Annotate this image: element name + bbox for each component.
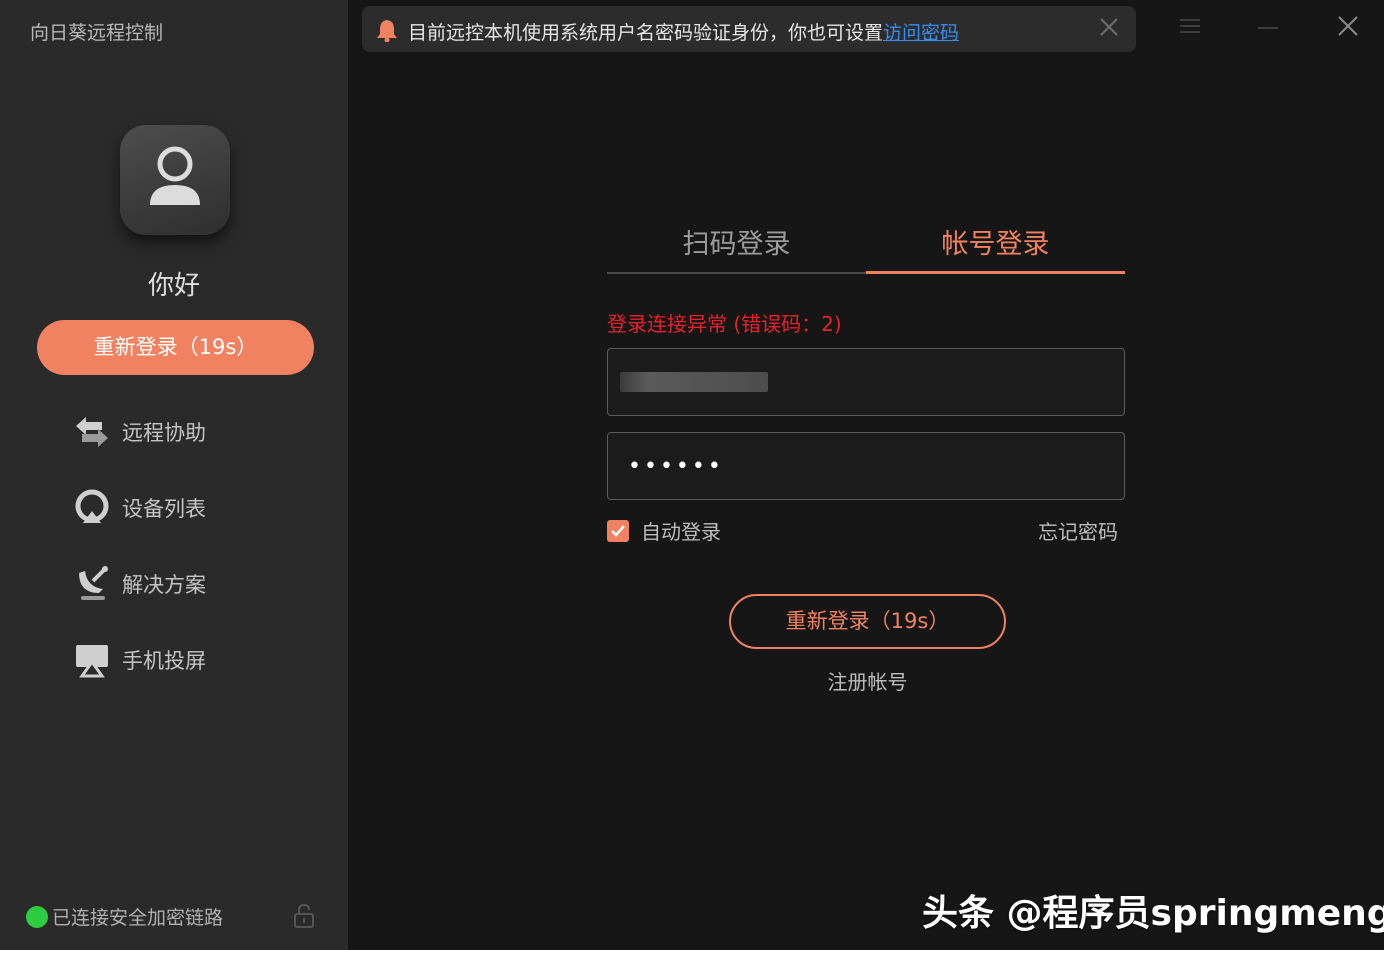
sidebar-item-label: 远程协助 [122, 421, 206, 445]
sidebar: 向日葵远程控制 你好 重新登录（19s） 远程协助 设备列表 解决方案 手机投屏… [0, 0, 348, 950]
notification-bar: 目前远控本机使用系统用户名密码验证身份，你也可设置访问密码 [362, 6, 1136, 52]
app-window: 向日葵远程控制 你好 重新登录（19s） 远程协助 设备列表 解决方案 手机投屏… [0, 0, 1384, 950]
minimize-icon[interactable] [1256, 14, 1280, 42]
auto-login-label: 自动登录 [641, 520, 721, 544]
auto-login-checkbox[interactable] [607, 519, 629, 542]
bell-icon [376, 18, 398, 46]
device-list-icon [72, 488, 112, 528]
password-field[interactable] [607, 432, 1125, 500]
notification-close-icon[interactable] [1098, 16, 1120, 42]
remote-assist-icon [72, 412, 112, 452]
close-icon[interactable] [1336, 14, 1360, 42]
checkmark-icon [611, 524, 625, 537]
login-tabs: 扫码登录 帐号登录 [607, 222, 1125, 274]
notification-text: 目前远控本机使用系统用户名密码验证身份，你也可设置 [408, 22, 884, 44]
sidebar-item-label: 设备列表 [122, 497, 206, 521]
relogin-button[interactable]: 重新登录（19s） [729, 594, 1006, 649]
greeting: 你好 [147, 271, 200, 301]
sidebar-item-label: 手机投屏 [122, 649, 206, 673]
sidebar-item-screen-cast[interactable]: 手机投屏 [72, 638, 206, 682]
status-dot-icon [26, 905, 48, 928]
app-title: 向日葵远程控制 [30, 22, 164, 44]
tab-qr-login[interactable]: 扫码登录 [607, 222, 866, 274]
sidebar-item-device-list[interactable]: 设备列表 [72, 486, 206, 530]
access-password-link[interactable]: 访问密码 [883, 22, 959, 44]
sidebar-item-solutions[interactable]: 解决方案 [72, 562, 206, 606]
status-text: 已连接安全加密链路 [52, 907, 224, 929]
sidebar-relogin-button[interactable]: 重新登录（19s） [37, 320, 314, 375]
avatar[interactable] [120, 125, 230, 235]
watermark: 头条 @程序员springmeng [922, 893, 1384, 934]
menu-icon[interactable] [1178, 14, 1202, 42]
solutions-icon [72, 564, 112, 604]
sidebar-item-label: 解决方案 [122, 573, 206, 597]
forgot-password-link[interactable]: 忘记密码 [1038, 516, 1118, 545]
lock-icon[interactable] [292, 903, 316, 933]
register-account-link[interactable]: 注册帐号 [729, 666, 1006, 695]
sidebar-item-remote-assist[interactable]: 远程协助 [72, 410, 206, 454]
screen-cast-icon [72, 640, 112, 680]
user-icon [150, 146, 200, 205]
tab-account-login[interactable]: 帐号登录 [866, 222, 1125, 274]
auto-login-option[interactable]: 自动登录 [607, 516, 721, 545]
masked-username [620, 372, 768, 392]
login-error-message: 登录连接异常 (错误码：2) [607, 312, 842, 336]
connection-status: 已连接安全加密链路 [26, 903, 223, 930]
